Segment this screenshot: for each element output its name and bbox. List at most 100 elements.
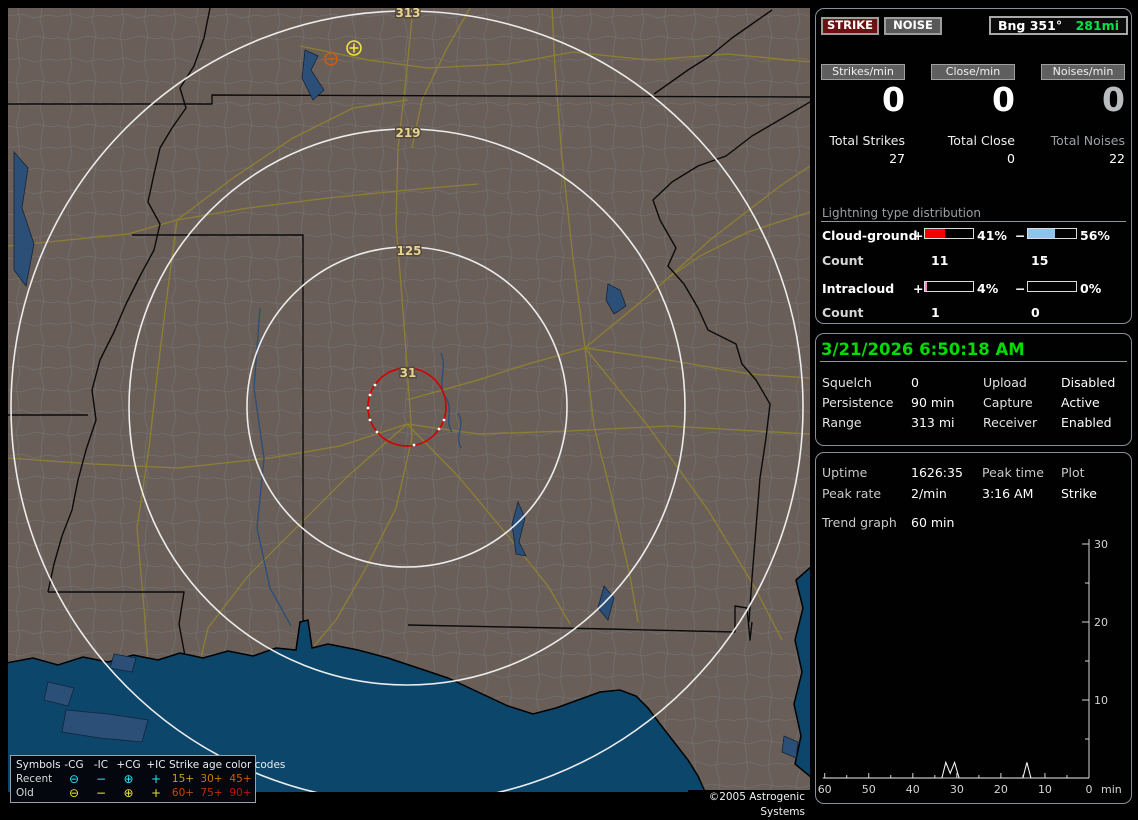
squelch-label: Squelch [822, 375, 872, 390]
cg-plus-bar [924, 228, 974, 239]
old-circle-minus-icon: ⊖ [68, 785, 80, 800]
age-15: 15+ [171, 773, 195, 785]
strike-stats-panel: STRIKE NOISE Bng 351° 281mi Strikes/min … [815, 8, 1132, 324]
svg-text:50: 50 [862, 783, 876, 796]
cg-plus-count: 11 [931, 253, 949, 268]
persistence-label: Persistence [822, 395, 894, 410]
noises-per-min-value: 0 [1102, 80, 1125, 119]
status-panel: 3/21/2026 6:50:18 AM Squelch 0 Upload Di… [815, 333, 1132, 446]
strike-map[interactable]: 313 219 125 31 [8, 8, 810, 792]
cg-minus-bar [1027, 228, 1077, 239]
svg-text:20: 20 [994, 783, 1008, 796]
ring-label-219: 219 [395, 126, 420, 140]
datetime-display: 3/21/2026 6:50:18 AM [821, 340, 1025, 359]
ic-minus-pct: 0% [1080, 281, 1102, 296]
distribution-divider [821, 221, 1126, 222]
cg-minus-sign: − [1015, 228, 1026, 243]
legend-header-row: Symbols -CG -IC +CG +IC Strike age color… [14, 758, 286, 772]
cg-plus-pct: 41% [977, 228, 1007, 243]
svg-text:30: 30 [950, 783, 964, 796]
ic-minus-sign: − [1015, 281, 1026, 296]
svg-text:40: 40 [906, 783, 920, 796]
age-75: 75+ [200, 787, 223, 799]
age-60: 60+ [171, 787, 195, 799]
legend-col-neg-ic: -IC [93, 759, 109, 771]
status-row-range: Range 313 mi Receiver Enabled [816, 416, 1131, 430]
total-close-label: Total Close [947, 133, 1015, 148]
age-45: 45+ [229, 773, 252, 785]
ic-plus-sign: + [913, 281, 924, 296]
svg-text:10: 10 [1094, 694, 1108, 707]
upload-status: Disabled [1061, 375, 1116, 390]
noise-mode-button[interactable]: NOISE [884, 17, 942, 35]
map-svg: 313 219 125 31 [8, 8, 810, 792]
capture-label: Capture [983, 395, 1033, 410]
close-per-min-header: Close/min [931, 64, 1015, 80]
trend-panel: Uptime 1626:35 Peak time Plot Peak rate … [815, 452, 1132, 804]
svg-text:20: 20 [1094, 616, 1108, 629]
old-plus-icon: + [150, 785, 162, 800]
ic-plus-count: 1 [931, 305, 940, 320]
ring-label-313: 313 [395, 8, 420, 20]
total-noises-value: 22 [1109, 151, 1125, 166]
bearing-value: Bng 351° [998, 18, 1063, 33]
strikes-per-min-value: 0 [882, 80, 905, 119]
cloud-ground-label: Cloud-ground [822, 228, 918, 243]
old-circle-plus-icon: ⊕ [123, 785, 134, 800]
total-noises-label: Total Noises [1050, 133, 1125, 148]
ic-minus-bar [1027, 281, 1077, 292]
legend-recent-label: Recent [16, 773, 53, 785]
ring-label-31: 31 [400, 366, 417, 380]
ic-count-label: Count [822, 305, 864, 320]
cg-plus-sign: + [913, 228, 924, 243]
squelch-value: 0 [911, 375, 919, 390]
svg-text:30: 30 [1094, 538, 1108, 551]
upload-label: Upload [983, 375, 1027, 390]
recent-plus-icon: + [150, 771, 162, 786]
ic-minus-count: 0 [1031, 305, 1040, 320]
total-strikes-value: 27 [889, 151, 905, 166]
range-label: Range [822, 415, 862, 430]
recent-circle-plus-icon: ⊕ [123, 771, 134, 786]
bearing-range: 281mi [1075, 18, 1119, 33]
capture-status: Active [1061, 395, 1100, 410]
ic-plus-bar [924, 281, 974, 292]
legend-old-row: Old ⊖ − ⊕ + 60+ 75+ 90+ [14, 786, 252, 800]
lightning-detector-app: { "app": { "copyright": "©2005 Astrogeni… [0, 0, 1138, 818]
legend-col-pos-cg: +CG [116, 759, 141, 771]
age-30: 30+ [200, 773, 223, 785]
recent-minus-icon: − [95, 771, 107, 786]
svg-text:10: 10 [1038, 783, 1052, 796]
legend-col-pos-ic: +IC [146, 759, 166, 771]
symbol-legend: Symbols -CG -IC +CG +IC Strike age color… [10, 755, 286, 803]
old-minus-icon: − [95, 785, 107, 800]
cg-minus-count: 15 [1031, 253, 1049, 268]
bearing-readout: Bng 351° 281mi [989, 16, 1128, 35]
total-strikes-label: Total Strikes [829, 133, 905, 148]
ring-label-125: 125 [396, 244, 421, 258]
receiver-status: Enabled [1061, 415, 1112, 430]
ic-plus-pct: 4% [977, 281, 999, 296]
svg-text:60: 60 [818, 783, 832, 796]
distribution-header: Lightning type distribution [822, 206, 981, 220]
svg-text:min: min [1101, 783, 1122, 796]
datetime-divider [820, 361, 1127, 362]
trend-graph: 10 20 30 0 10 20 30 40 50 60 min [818, 538, 1122, 796]
legend-col-neg-cg: -CG [64, 759, 84, 771]
legend-age-header: Strike age color codes [169, 759, 286, 771]
svg-text:0: 0 [1086, 783, 1093, 796]
range-value: 313 mi [911, 415, 955, 430]
receiver-label: Receiver [983, 415, 1038, 430]
cg-count-label: Count [822, 253, 864, 268]
legend-symbols-header: Symbols [16, 759, 61, 771]
close-per-min-value: 0 [992, 80, 1015, 119]
age-90: 90+ [229, 787, 252, 799]
intracloud-label: Intracloud [822, 281, 895, 296]
recent-circle-minus-icon: ⊖ [68, 771, 80, 786]
total-close-value: 0 [1007, 151, 1015, 166]
strike-mode-button[interactable]: STRIKE [821, 17, 879, 35]
status-row-persistence: Persistence 90 min Capture Active [816, 396, 1131, 410]
persistence-value: 90 min [911, 395, 955, 410]
noises-per-min-header: Noises/min [1041, 64, 1125, 80]
cg-minus-pct: 56% [1080, 228, 1110, 243]
